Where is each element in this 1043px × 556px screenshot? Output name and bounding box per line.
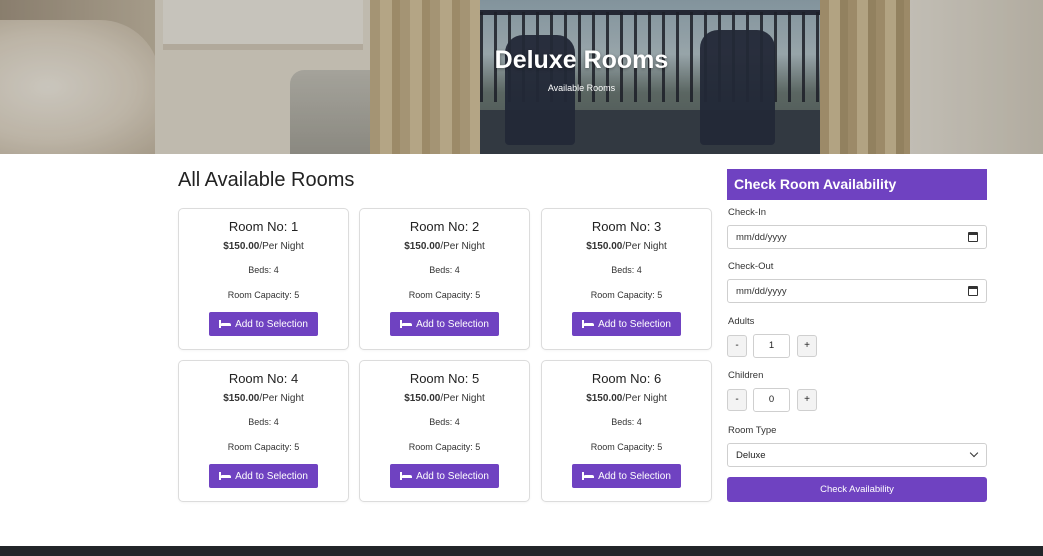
calendar-icon[interactable] xyxy=(968,286,978,296)
hero-title: Deluxe Rooms xyxy=(494,46,669,74)
room-number: Room No: 5 xyxy=(409,371,480,386)
add-to-selection-label: Add to Selection xyxy=(416,318,489,330)
adults-label: Adults xyxy=(728,316,755,327)
room-capacity: Room Capacity: 5 xyxy=(408,442,481,452)
room-price: $150.00/Per Night xyxy=(542,241,711,252)
room-card: Room No: 2 $150.00/Per Night Beds: 4 Room C… xyxy=(359,208,530,350)
check-availability-button[interactable]: Check Availability xyxy=(727,477,987,502)
price-unit: /Per Night xyxy=(622,393,667,404)
adults-input[interactable]: 1 xyxy=(753,334,790,358)
room-number: Room No: 3 xyxy=(591,219,662,234)
room-number: Room No: 2 xyxy=(409,219,480,234)
children-input[interactable]: 0 xyxy=(753,388,790,412)
room-beds: Beds: 4 xyxy=(248,265,279,275)
bed-icon xyxy=(400,472,413,480)
bed-icon xyxy=(219,320,232,328)
children-label: Children xyxy=(728,370,764,381)
room-price: $150.00/Per Night xyxy=(542,393,711,404)
add-to-selection-button[interactable]: Add to Selection xyxy=(572,464,681,488)
room-card: Room No: 5 $150.00/Per Night Beds: 4 Room C… xyxy=(359,360,530,502)
adults-decrement-button[interactable]: - xyxy=(727,335,747,357)
room-card: Room No: 3 $150.00/Per Night Beds: 4 Room C… xyxy=(541,208,712,350)
children-increment-button[interactable]: + xyxy=(797,389,817,411)
add-to-selection-button[interactable]: Add to Selection xyxy=(209,312,318,336)
availability-heading: Check Room Availability xyxy=(727,169,987,200)
chevron-down-icon xyxy=(969,448,979,458)
room-capacity: Room Capacity: 5 xyxy=(408,290,481,300)
section-title: All Available Rooms xyxy=(178,169,355,191)
room-capacity: Room Capacity: 5 xyxy=(227,442,300,452)
room-beds: Beds: 4 xyxy=(611,265,642,275)
checkin-date-value: mm/dd/yyyy xyxy=(736,232,787,243)
adults-increment-button[interactable]: + xyxy=(797,335,817,357)
room-number: Room No: 6 xyxy=(591,371,662,386)
checkin-label: Check-In xyxy=(728,207,767,218)
add-to-selection-label: Add to Selection xyxy=(235,318,308,330)
checkout-date-input[interactable]: mm/dd/yyyy xyxy=(727,279,987,303)
bed-icon xyxy=(582,472,595,480)
room-beds: Beds: 4 xyxy=(248,417,279,427)
add-to-selection-button[interactable]: Add to Selection xyxy=(209,464,318,488)
room-price: $150.00/Per Night xyxy=(179,241,348,252)
checkout-date-value: mm/dd/yyyy xyxy=(736,286,787,297)
room-beds: Beds: 4 xyxy=(429,417,460,427)
price-amount: $150.00 xyxy=(586,393,623,404)
room-capacity: Room Capacity: 5 xyxy=(227,290,300,300)
price-amount: $150.00 xyxy=(223,393,260,404)
room-card: Room No: 1 $150.00/Per Night Beds: 4 Room C… xyxy=(178,208,349,350)
calendar-icon[interactable] xyxy=(968,232,978,242)
price-amount: $150.00 xyxy=(404,241,441,252)
hero-subtitle: Available Rooms xyxy=(547,83,616,93)
room-type-value: Deluxe xyxy=(736,450,766,461)
price-amount: $150.00 xyxy=(223,241,260,252)
checkout-label: Check-Out xyxy=(728,261,774,272)
room-capacity: Room Capacity: 5 xyxy=(590,442,663,452)
children-decrement-button[interactable]: - xyxy=(727,389,747,411)
price-unit: /Per Night xyxy=(259,241,304,252)
price-unit: /Per Night xyxy=(440,241,485,252)
room-beds: Beds: 4 xyxy=(429,265,460,275)
bed-icon xyxy=(582,320,595,328)
room-price: $150.00/Per Night xyxy=(360,393,529,404)
add-to-selection-button[interactable]: Add to Selection xyxy=(572,312,681,336)
price-amount: $150.00 xyxy=(404,393,441,404)
add-to-selection-button[interactable]: Add to Selection xyxy=(390,464,499,488)
room-beds: Beds: 4 xyxy=(611,417,642,427)
add-to-selection-label: Add to Selection xyxy=(416,470,489,482)
price-unit: /Per Night xyxy=(440,393,485,404)
hero-banner: Deluxe Rooms Available Rooms xyxy=(0,0,1043,154)
room-price: $150.00/Per Night xyxy=(360,241,529,252)
footer xyxy=(0,546,1043,556)
price-unit: /Per Night xyxy=(259,393,304,404)
room-card: Room No: 4 $150.00/Per Night Beds: 4 Room C… xyxy=(178,360,349,502)
add-to-selection-label: Add to Selection xyxy=(598,318,671,330)
room-number: Room No: 1 xyxy=(228,219,299,234)
bed-icon xyxy=(219,472,232,480)
room-type-label: Room Type xyxy=(728,425,777,436)
room-card: Room No: 6 $150.00/Per Night Beds: 4 Room C… xyxy=(541,360,712,502)
price-unit: /Per Night xyxy=(622,241,667,252)
add-to-selection-label: Add to Selection xyxy=(235,470,308,482)
price-amount: $150.00 xyxy=(586,241,623,252)
checkin-date-input[interactable]: mm/dd/yyyy xyxy=(727,225,987,249)
add-to-selection-label: Add to Selection xyxy=(598,470,671,482)
add-to-selection-button[interactable]: Add to Selection xyxy=(390,312,499,336)
room-type-select[interactable]: Deluxe xyxy=(727,443,987,467)
room-price: $150.00/Per Night xyxy=(179,393,348,404)
bed-icon xyxy=(400,320,413,328)
room-capacity: Room Capacity: 5 xyxy=(590,290,663,300)
room-number: Room No: 4 xyxy=(228,371,299,386)
